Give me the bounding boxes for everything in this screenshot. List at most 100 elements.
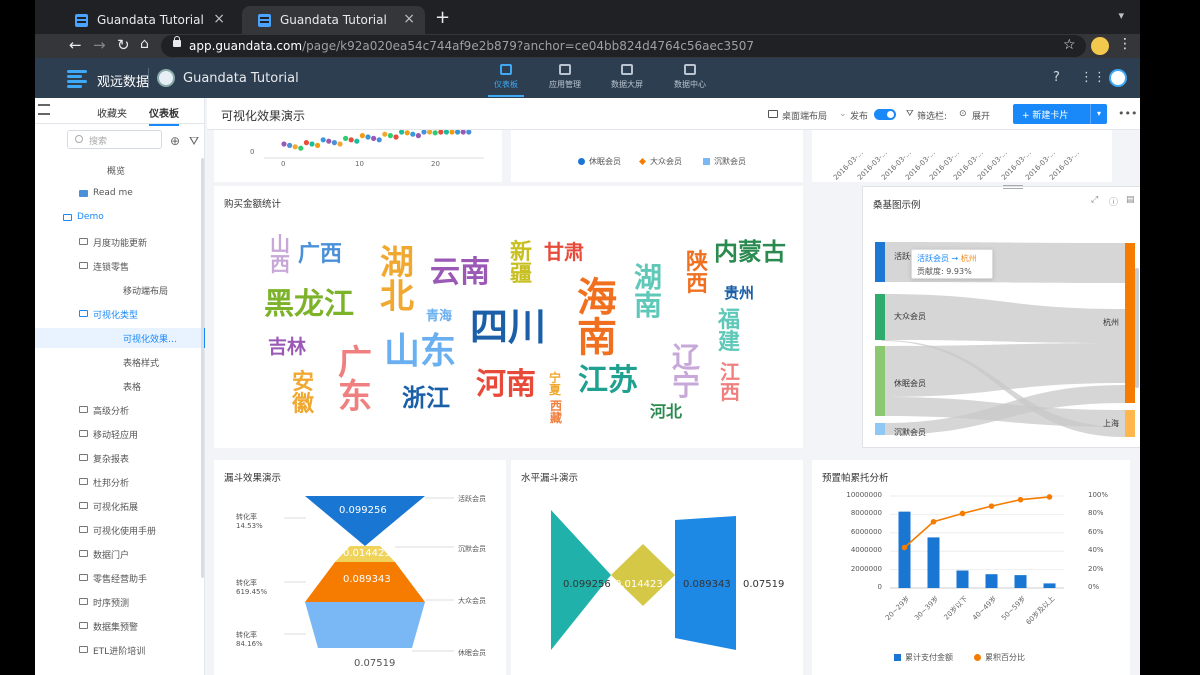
list-toggle-icon[interactable] <box>38 104 50 115</box>
sidebar-item[interactable]: 数据门户 <box>35 544 205 564</box>
wordcloud-word[interactable]: 陕西 <box>686 252 708 296</box>
sidebar-item[interactable]: Demo <box>35 208 205 228</box>
user-avatar[interactable] <box>1109 69 1127 87</box>
wordcloud-word[interactable]: 云南 <box>430 258 490 288</box>
sidebar-item[interactable]: 零售经营助手 <box>35 568 205 588</box>
pareto-cumulative-line[interactable] <box>903 496 1050 549</box>
legend-item[interactable]: 累积百分比 <box>974 652 1025 663</box>
wordcloud-word[interactable]: 湖北 <box>380 246 414 314</box>
chevron-down-icon[interactable]: ▾ <box>1090 104 1107 124</box>
publish-toggle[interactable] <box>874 109 896 120</box>
browser-tab-active[interactable]: Guandata Tutorial × <box>242 6 425 34</box>
main-scrollbar[interactable] <box>1135 268 1139 388</box>
more-options-icon[interactable]: ••• <box>1118 107 1137 120</box>
wordcloud-word[interactable]: 河南 <box>476 370 536 400</box>
nav-app-management[interactable]: 应用管理 <box>537 64 593 90</box>
pareto-line-point[interactable] <box>1017 496 1024 503</box>
bookmark-star-icon[interactable]: ☆ <box>1063 37 1076 53</box>
filter-icon[interactable]: ⛛ <box>189 134 199 149</box>
wordcloud-word[interactable]: 新疆 <box>510 242 532 286</box>
help-icon[interactable]: ? <box>1053 70 1060 85</box>
back-arrow-icon[interactable]: ← <box>69 36 82 54</box>
legend-item[interactable]: 累计支付金额 <box>894 652 953 663</box>
sankey-node[interactable] <box>875 346 885 416</box>
pareto-line-point[interactable] <box>988 503 995 509</box>
add-circle-icon[interactable]: ⊕ <box>170 134 180 148</box>
sidebar-item[interactable]: Read me <box>35 184 205 204</box>
guandata-logo-icon[interactable] <box>67 70 87 88</box>
wordcloud-word[interactable]: 湖南 <box>634 264 662 320</box>
wordcloud-word[interactable]: 海南 <box>577 278 617 358</box>
wordcloud-word[interactable]: 安徽 <box>292 372 314 416</box>
browser-tab[interactable]: Guandata Tutorial × <box>59 6 235 34</box>
sidebar-item[interactable]: 时序预测 <box>35 592 205 612</box>
legend-item[interactable]: 沉默会员 <box>703 156 746 167</box>
sidebar-scrollbar[interactable] <box>201 158 204 578</box>
pareto-card[interactable]: 预置帕累托分析 10000000 8000000 6000000 4000000 200… <box>812 460 1130 675</box>
sankey-node[interactable] <box>875 242 885 282</box>
wordcloud-word[interactable]: 广西 <box>298 244 342 266</box>
wordcloud-word[interactable]: 广东 <box>338 346 372 414</box>
wordcloud-word[interactable]: 山西 <box>270 234 290 274</box>
wordcloud-word[interactable]: 青海 <box>426 310 452 323</box>
forward-arrow-icon[interactable]: → <box>93 36 106 54</box>
profile-avatar[interactable] <box>1091 37 1109 55</box>
hfunnel-card[interactable]: 水平漏斗演示 0.099256 0.014423 0.089343 0.07519 <box>511 460 803 675</box>
close-tab-icon[interactable]: × <box>213 11 225 27</box>
sidebar-item[interactable]: 可视化类型 <box>35 304 205 324</box>
info-icon[interactable]: ⓘ <box>1109 195 1118 208</box>
browser-menu-icon[interactable]: ⋮ <box>1118 36 1132 52</box>
new-card-button[interactable]: + 新建卡片 ▾ <box>1013 104 1107 124</box>
wordcloud-word[interactable]: 山东 <box>384 334 456 370</box>
pareto-bar[interactable] <box>927 537 940 588</box>
sidebar-item[interactable]: 高级分析 <box>35 400 205 420</box>
wordcloud-word[interactable]: 浙江 <box>402 386 450 410</box>
wordcloud-word[interactable]: 江西 <box>720 362 740 402</box>
sidebar-item[interactable]: 数据集预警 <box>35 616 205 636</box>
wordcloud-word[interactable]: 四川 <box>470 308 546 346</box>
sidebar-item[interactable]: 复杂报表 <box>35 448 205 468</box>
wordcloud-word[interactable]: 宁夏 <box>549 372 561 396</box>
sankey-node[interactable] <box>875 423 885 435</box>
address-bar[interactable]: app.guandata.com/page/k92a020ea54c744af9… <box>161 35 1086 57</box>
wordcloud-word[interactable]: 西藏 <box>550 400 562 424</box>
tab-favorites[interactable]: 收藏夹 <box>97 105 127 120</box>
fullscreen-icon[interactable]: ⤢ <box>1091 195 1098 205</box>
pareto-bar[interactable] <box>1043 583 1056 588</box>
wordcloud-word[interactable]: 江苏 <box>578 366 638 396</box>
wordcloud-word[interactable]: 吉林 <box>268 338 306 357</box>
sidebar-item[interactable]: 表格 <box>35 376 205 396</box>
wordcloud-word[interactable]: 贵州 <box>724 286 754 301</box>
wordcloud-word[interactable]: 甘肃 <box>544 242 584 262</box>
nav-data-center[interactable]: 数据中心 <box>662 64 718 90</box>
sidebar-item[interactable]: 表格样式 <box>35 352 205 372</box>
sidebar-item[interactable]: 月度功能更新 <box>35 232 205 252</box>
sankey-node[interactable] <box>875 294 885 340</box>
funnel-segment[interactable] <box>305 496 425 546</box>
pareto-bar[interactable] <box>985 574 998 588</box>
pareto-bar[interactable] <box>956 570 969 588</box>
sankey-card[interactable]: 桑基图示例 ⤢ ⓘ ▤ ··· 活跃会员 大众会员 休眠会员 沉默会员 杭州 上… <box>862 185 1140 448</box>
funnel-segment[interactable] <box>305 602 425 648</box>
nav-dashboard[interactable]: 仪表板 <box>478 64 534 97</box>
sankey-node[interactable] <box>1125 243 1135 403</box>
funnel-card[interactable]: 漏斗效果演示 活跃会员 沉默会员 大众会员 休眠会员 0.099256 0.014423 0… <box>214 460 506 675</box>
wordcloud-card[interactable]: 购买金额统计 山西 广西 黑龙江 吉林 安徽 湖北 广东 山东 云南 青海 浙江 新疆 四川 河南 甘肃 宁夏… <box>214 186 803 448</box>
home-icon[interactable]: ⌂ <box>140 36 149 52</box>
apps-menu-icon[interactable]: ⋮⋮ <box>1080 70 1106 85</box>
legend-item[interactable]: 休眠会员 <box>578 156 621 167</box>
sidebar-item[interactable]: 连锁零售 <box>35 256 205 276</box>
legend-item[interactable]: 大众会员 <box>639 156 682 167</box>
pareto-bar[interactable] <box>1014 575 1027 588</box>
sankey-node[interactable] <box>1125 410 1135 437</box>
sidebar-item[interactable]: 可视化拓展 <box>35 496 205 516</box>
layout-selector[interactable]: 桌面端布局 <box>782 109 827 122</box>
sidebar-item[interactable]: 可视化效果… <box>35 328 205 348</box>
hfunnel-segment[interactable] <box>611 544 643 606</box>
chevron-down-icon[interactable]: ⌄ <box>839 109 847 119</box>
new-tab-icon[interactable]: + <box>435 7 450 28</box>
wordcloud-word[interactable]: 河北 <box>650 404 682 420</box>
pareto-line-point[interactable] <box>901 544 908 551</box>
sidebar-item[interactable]: ETL进阶培训 <box>35 640 205 660</box>
reload-icon[interactable]: ↻ <box>117 36 130 54</box>
